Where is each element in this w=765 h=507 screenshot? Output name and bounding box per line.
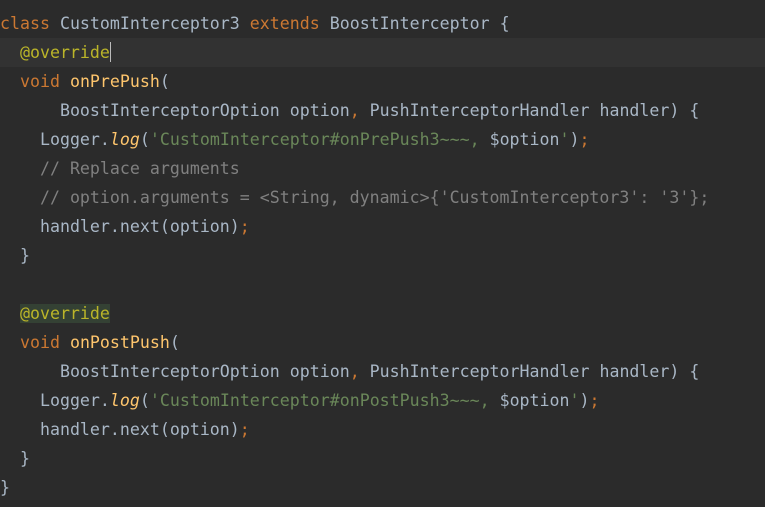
code-line[interactable]: } <box>0 241 765 270</box>
code-token: $option <box>489 130 560 149</box>
code-token: // option.arguments = <String, dynamic>{… <box>39 188 710 207</box>
code-token: 'CustomInterceptor#onPrePush3~~~, <box>149 130 490 149</box>
code-token: . <box>99 391 110 410</box>
code-line[interactable] <box>0 270 765 299</box>
code-token: onPostPush <box>69 333 170 352</box>
code-token: ) <box>579 391 590 410</box>
code-token: $option <box>499 391 570 410</box>
code-token: option <box>279 101 350 120</box>
code-token: log <box>109 391 140 410</box>
code-token: @override <box>19 43 110 62</box>
code-token: BoostInterceptorOption <box>59 101 280 120</box>
code-token: . <box>99 130 110 149</box>
code-token: ( <box>169 333 180 352</box>
code-line[interactable]: Logger.log('CustomInterceptor#onPostPush… <box>0 386 765 415</box>
code-token: ( <box>139 130 150 149</box>
code-token: void <box>19 333 60 352</box>
code-token: ' <box>569 391 580 410</box>
code-token: ; <box>239 420 250 439</box>
code-token: handler) { <box>589 101 700 120</box>
code-line[interactable]: void onPrePush( <box>0 67 765 96</box>
code-token: ) <box>569 130 580 149</box>
code-token: ( <box>139 391 150 410</box>
code-line[interactable]: handler.next(option); <box>0 415 765 444</box>
code-line[interactable]: handler.next(option); <box>0 212 765 241</box>
code-token: handler.next(option) <box>39 420 240 439</box>
code-token: ( <box>159 72 170 91</box>
code-token: , <box>349 362 360 381</box>
code-line[interactable]: @override <box>0 38 765 67</box>
code-token: PushInterceptorHandler <box>359 101 590 120</box>
code-token: ; <box>239 217 250 236</box>
code-token: option <box>279 362 350 381</box>
code-token: // Replace arguments <box>39 159 240 178</box>
code-token: } <box>0 449 30 468</box>
code-token: handler.next(option) <box>39 217 240 236</box>
code-token: onPrePush <box>69 72 160 91</box>
code-token: ; <box>579 130 590 149</box>
code-token: class <box>0 14 50 33</box>
code-token: 'CustomInterceptor#onPostPush3~~~, <box>149 391 500 410</box>
code-line[interactable]: } <box>0 473 765 502</box>
code-line[interactable]: @override <box>0 299 765 328</box>
code-token: BoostInterceptorOption <box>59 362 280 381</box>
code-line[interactable]: BoostInterceptorOption option, PushInter… <box>0 357 765 386</box>
code-token: void <box>19 72 60 91</box>
code-line[interactable]: Logger.log('CustomInterceptor#onPrePush3… <box>0 125 765 154</box>
code-token: handler) { <box>589 362 700 381</box>
code-token: ' <box>559 130 570 149</box>
code-token: PushInterceptorHandler <box>359 362 590 381</box>
code-token: { <box>489 14 510 33</box>
code-token: BoostInterceptor <box>329 14 490 33</box>
code-line[interactable]: void onPostPush( <box>0 328 765 357</box>
code-token: Logger <box>39 391 100 410</box>
code-token: } <box>0 478 10 497</box>
code-editor[interactable]: class CustomInterceptor3 extends BoostIn… <box>0 0 765 507</box>
text-caret <box>109 42 111 62</box>
code-token: Logger <box>39 130 100 149</box>
code-line[interactable]: class CustomInterceptor3 extends BoostIn… <box>0 9 765 38</box>
code-line[interactable]: // Replace arguments <box>0 154 765 183</box>
code-token: extends <box>249 14 320 33</box>
code-token: log <box>109 130 140 149</box>
code-token: } <box>0 246 30 265</box>
code-line[interactable]: BoostInterceptorOption option, PushInter… <box>0 96 765 125</box>
code-line[interactable]: // option.arguments = <String, dynamic>{… <box>0 183 765 212</box>
code-token: , <box>349 101 360 120</box>
code-token: CustomInterceptor3 <box>59 14 240 33</box>
code-line[interactable]: } <box>0 444 765 473</box>
code-token: @override <box>19 304 110 323</box>
code-token: ; <box>589 391 600 410</box>
